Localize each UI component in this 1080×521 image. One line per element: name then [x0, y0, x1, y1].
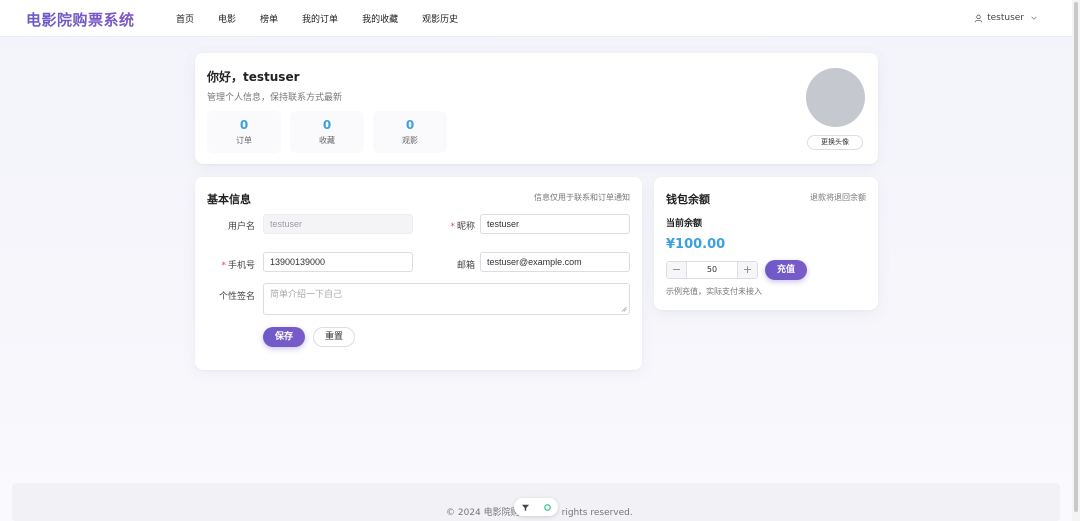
status-dot-icon[interactable] [543, 503, 552, 512]
nickname-field-label: * 昵称 [431, 219, 475, 232]
signature-field-label: 个性签名 [211, 289, 255, 302]
top-header: 电影院购票系统 首页 电影 榜单 我的订单 我的收藏 观影历史 testuser [0, 0, 1072, 37]
funnel-icon[interactable] [521, 503, 530, 512]
basic-info-title: 基本信息 [207, 193, 251, 206]
main-nav: 首页 电影 榜单 我的订单 我的收藏 观影历史 [166, 12, 482, 25]
current-balance-label: 当前余额 [666, 219, 703, 229]
username-field-label: 用户名 [215, 219, 255, 232]
signature-textarea[interactable]: 简单介绍一下自己 [263, 283, 630, 315]
footer-text-left: © 2024 电影院购 [446, 508, 520, 518]
recharge-stepper: − 50 + [666, 261, 758, 279]
wallet-hint: 退款将退回余额 [810, 193, 866, 202]
username-label: testuser [987, 13, 1024, 23]
greeting-title: 你好，testuser [207, 70, 300, 84]
decrement-button[interactable]: − [667, 262, 687, 278]
stat-favorites-value: 0 [322, 118, 332, 132]
basic-info-hint: 信息仅用于联系和订单通知 [534, 193, 630, 202]
footer-text-right: rights reserved. [561, 508, 633, 518]
username-field: testuser [263, 214, 413, 234]
stat-watched-value: 0 [405, 118, 415, 132]
signature-field-label-text: 个性签名 [218, 292, 255, 302]
nav-home[interactable]: 首页 [176, 12, 194, 25]
recharge-amount-input[interactable]: 50 [687, 262, 737, 278]
change-avatar-button[interactable]: 更换头像 [807, 135, 863, 150]
page-scrollbar[interactable] [1072, 0, 1080, 521]
stat-favorites-label: 收藏 [319, 136, 335, 145]
save-button[interactable]: 保存 [263, 327, 305, 347]
username-field-label-text: 用户名 [227, 222, 255, 232]
required-mark: * [450, 222, 455, 232]
nickname-field[interactable]: testuser [480, 214, 630, 234]
stat-favorites: 0 收藏 [290, 111, 364, 153]
site-logo[interactable]: 电影院购票系统 [26, 9, 135, 30]
stats-row: 0 订单 0 收藏 0 观影 [207, 111, 456, 153]
profile-subtitle: 管理个人信息，保持联系方式最新 [207, 93, 343, 103]
resize-grip-icon[interactable] [621, 306, 627, 312]
floating-toolbar[interactable] [514, 498, 558, 516]
email-field[interactable]: testuser@example.com [480, 252, 630, 272]
user-menu[interactable]: testuser [974, 13, 1038, 23]
nav-watch-history[interactable]: 观影历史 [422, 12, 458, 25]
balance-amount: ¥100.00 [666, 237, 726, 252]
nav-my-orders[interactable]: 我的订单 [302, 12, 338, 25]
phone-field[interactable]: 13900139000 [263, 252, 413, 272]
stat-orders: 0 订单 [207, 111, 281, 153]
email-field-label-text: 邮箱 [456, 261, 475, 271]
nav-rankings[interactable]: 榜单 [260, 12, 278, 25]
nav-my-favorites[interactable]: 我的收藏 [362, 12, 398, 25]
signature-placeholder: 简单介绍一下自己 [270, 289, 343, 299]
increment-button[interactable]: + [737, 262, 757, 278]
profile-card: 你好，testuser 管理个人信息，保持联系方式最新 0 订单 0 收藏 0 … [195, 53, 878, 164]
user-icon [974, 14, 983, 22]
phone-field-label: * 手机号 [215, 258, 255, 271]
chevron-down-icon [1031, 16, 1037, 20]
scrollbar-thumb[interactable] [1074, 2, 1078, 512]
wallet-card: 钱包余额 退款将退回余额 当前余额 ¥100.00 − 50 + 充值 示例充值… [654, 177, 878, 310]
avatar [806, 68, 865, 127]
phone-field-label-text: 手机号 [227, 261, 255, 271]
nickname-field-label-text: 昵称 [456, 222, 475, 232]
wallet-title: 钱包余额 [666, 193, 710, 206]
email-field-label: 邮箱 [431, 258, 475, 271]
required-mark: * [221, 261, 226, 271]
stat-orders-label: 订单 [236, 136, 252, 145]
wallet-note: 示例充值，实际支付未接入 [666, 287, 762, 296]
stat-orders-value: 0 [239, 118, 249, 132]
basic-info-card: 基本信息 信息仅用于联系和订单通知 用户名 testuser * 昵称 testu… [195, 177, 642, 370]
stat-watched: 0 观影 [373, 111, 447, 153]
reset-button[interactable]: 重置 [313, 327, 355, 347]
stat-watched-label: 观影 [402, 136, 418, 145]
nav-movies[interactable]: 电影 [218, 12, 236, 25]
recharge-button[interactable]: 充值 [765, 260, 807, 280]
